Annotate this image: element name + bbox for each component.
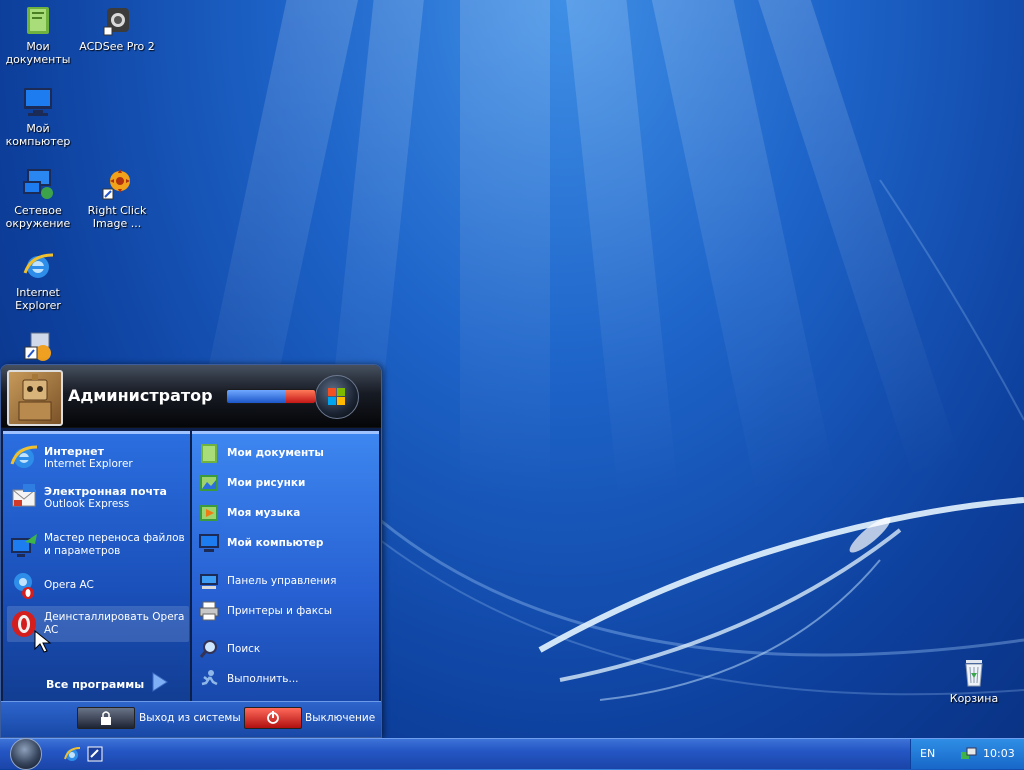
desktop-icon-label: Мой компьютер [5, 122, 71, 148]
start-menu-header: Администратор [1, 365, 381, 428]
place-control-panel[interactable]: Панель управления [198, 570, 336, 592]
place-my-computer[interactable]: Мой компьютер [198, 532, 323, 554]
place-run[interactable]: Выполнить... [198, 668, 299, 690]
shortcut-icon [21, 331, 55, 365]
acdsee-icon [100, 3, 134, 37]
start-button[interactable] [10, 738, 42, 770]
my-pictures-icon [198, 472, 220, 494]
place-my-music[interactable]: Моя музыка [198, 502, 300, 524]
mouse-cursor-icon [34, 630, 52, 653]
desktop-icon-label: Right Click Image ... [87, 204, 147, 230]
desktop-icon-acdsee[interactable]: ACDSee Pro 2 [79, 3, 155, 53]
recent-opera[interactable]: Opera AC [9, 570, 187, 600]
right-click-image-icon [100, 167, 134, 201]
my-documents-icon [21, 3, 55, 37]
pinned-item-title: Электронная почта [44, 484, 167, 498]
recent-item-label: Деинсталлировать Opera AC [44, 611, 185, 636]
place-label: Поиск [227, 643, 261, 655]
clock[interactable]: 10:03 [983, 747, 1015, 760]
place-my-pictures[interactable]: Мои рисунки [198, 472, 305, 494]
my-documents-icon [198, 442, 220, 464]
logoff-label[interactable]: Выход из системы [139, 712, 241, 724]
outlook-express-icon [9, 482, 39, 512]
internet-explorer-icon [21, 249, 55, 283]
shutdown-button[interactable] [244, 707, 302, 729]
place-printers[interactable]: Принтеры и факсы [198, 600, 332, 622]
recent-item-label: Мастер переноса файлов и параметров [44, 532, 185, 557]
desktop-icon-right-click-image[interactable]: Right Click Image ... [79, 167, 155, 230]
place-label: Мои рисунки [227, 477, 306, 489]
place-label: Мои документы [227, 447, 324, 459]
shutdown-label[interactable]: Выключение [305, 712, 375, 724]
start-menu-right-pane: Мои документы Мои рисунки Моя музыка Мой… [192, 431, 379, 702]
desktop-icon-label: Internet Explorer [15, 286, 61, 312]
pinned-item-subtitle: Outlook Express [44, 497, 130, 510]
desktop-icon-internet-explorer[interactable]: Internet Explorer [0, 249, 76, 312]
my-computer-icon [21, 85, 55, 119]
quicklaunch-ie-icon[interactable] [63, 745, 81, 763]
quicklaunch-desktop-icon[interactable] [86, 745, 104, 763]
run-icon [198, 668, 220, 690]
start-menu-left-pane: Интернет Internet Explorer Электронная п… [3, 431, 190, 702]
all-programs-label[interactable]: Все программы [46, 678, 144, 691]
opera-icon [9, 570, 39, 600]
desktop-icon-network-places[interactable]: Сетевое окружение [0, 167, 76, 230]
desktop-icon-my-documents[interactable]: Мои документы [0, 3, 76, 66]
printers-icon [198, 600, 220, 622]
place-label: Принтеры и факсы [227, 605, 333, 617]
pinned-item-title: Интернет [44, 444, 104, 458]
place-label: Выполнить... [227, 673, 299, 685]
recent-transfer-wizard[interactable]: Мастер переноса файлов и параметров [9, 530, 189, 560]
control-panel-icon [198, 570, 220, 592]
desktop-icon-recycle-bin[interactable]: Корзина [936, 655, 1012, 705]
transfer-wizard-icon [9, 530, 39, 560]
place-my-documents[interactable]: Мои документы [198, 442, 324, 464]
start-menu: Администратор Интернет Internet Explorer [0, 364, 382, 738]
header-color-bar [226, 389, 316, 404]
place-search[interactable]: Поиск [198, 638, 260, 660]
desktop-icon-my-computer[interactable]: Мой компьютер [0, 85, 76, 148]
my-music-icon [198, 502, 220, 524]
logoff-button[interactable] [77, 707, 135, 729]
desktop-icon-label: Корзина [949, 692, 999, 705]
desktop-icon-label: Мои документы [5, 40, 71, 66]
internet-explorer-icon [9, 442, 39, 472]
user-name: Администратор [68, 386, 213, 405]
taskbar: EN 10:03 [0, 738, 1024, 770]
power-icon [267, 711, 279, 724]
pinned-internet[interactable]: Интернет Internet Explorer [9, 442, 187, 472]
place-label: Панель управления [227, 575, 337, 587]
language-indicator[interactable]: EN [920, 747, 935, 760]
all-programs-arrow-icon[interactable] [149, 671, 171, 696]
desktop-icon-label: Сетевое окружение [5, 204, 71, 230]
user-avatar[interactable] [7, 370, 63, 426]
desktop-icon-label: ACDSee Pro 2 [79, 40, 155, 53]
lock-icon [101, 711, 111, 725]
network-places-icon [21, 167, 55, 201]
network-status-icon[interactable] [960, 746, 977, 761]
recent-item-label: Opera AC [44, 578, 94, 591]
search-icon [198, 638, 220, 660]
start-menu-footer: Выход из системы Выключение [1, 701, 381, 737]
place-label: Моя музыка [227, 507, 301, 519]
windows-logo-orb [315, 375, 359, 419]
pinned-item-subtitle: Internet Explorer [44, 457, 133, 470]
place-label: Мой компьютер [227, 537, 324, 549]
desktop-icon-shortcut[interactable] [0, 331, 76, 368]
my-computer-icon [198, 532, 220, 554]
recycle-bin-icon [957, 655, 991, 689]
pinned-email[interactable]: Электронная почта Outlook Express [9, 482, 187, 512]
